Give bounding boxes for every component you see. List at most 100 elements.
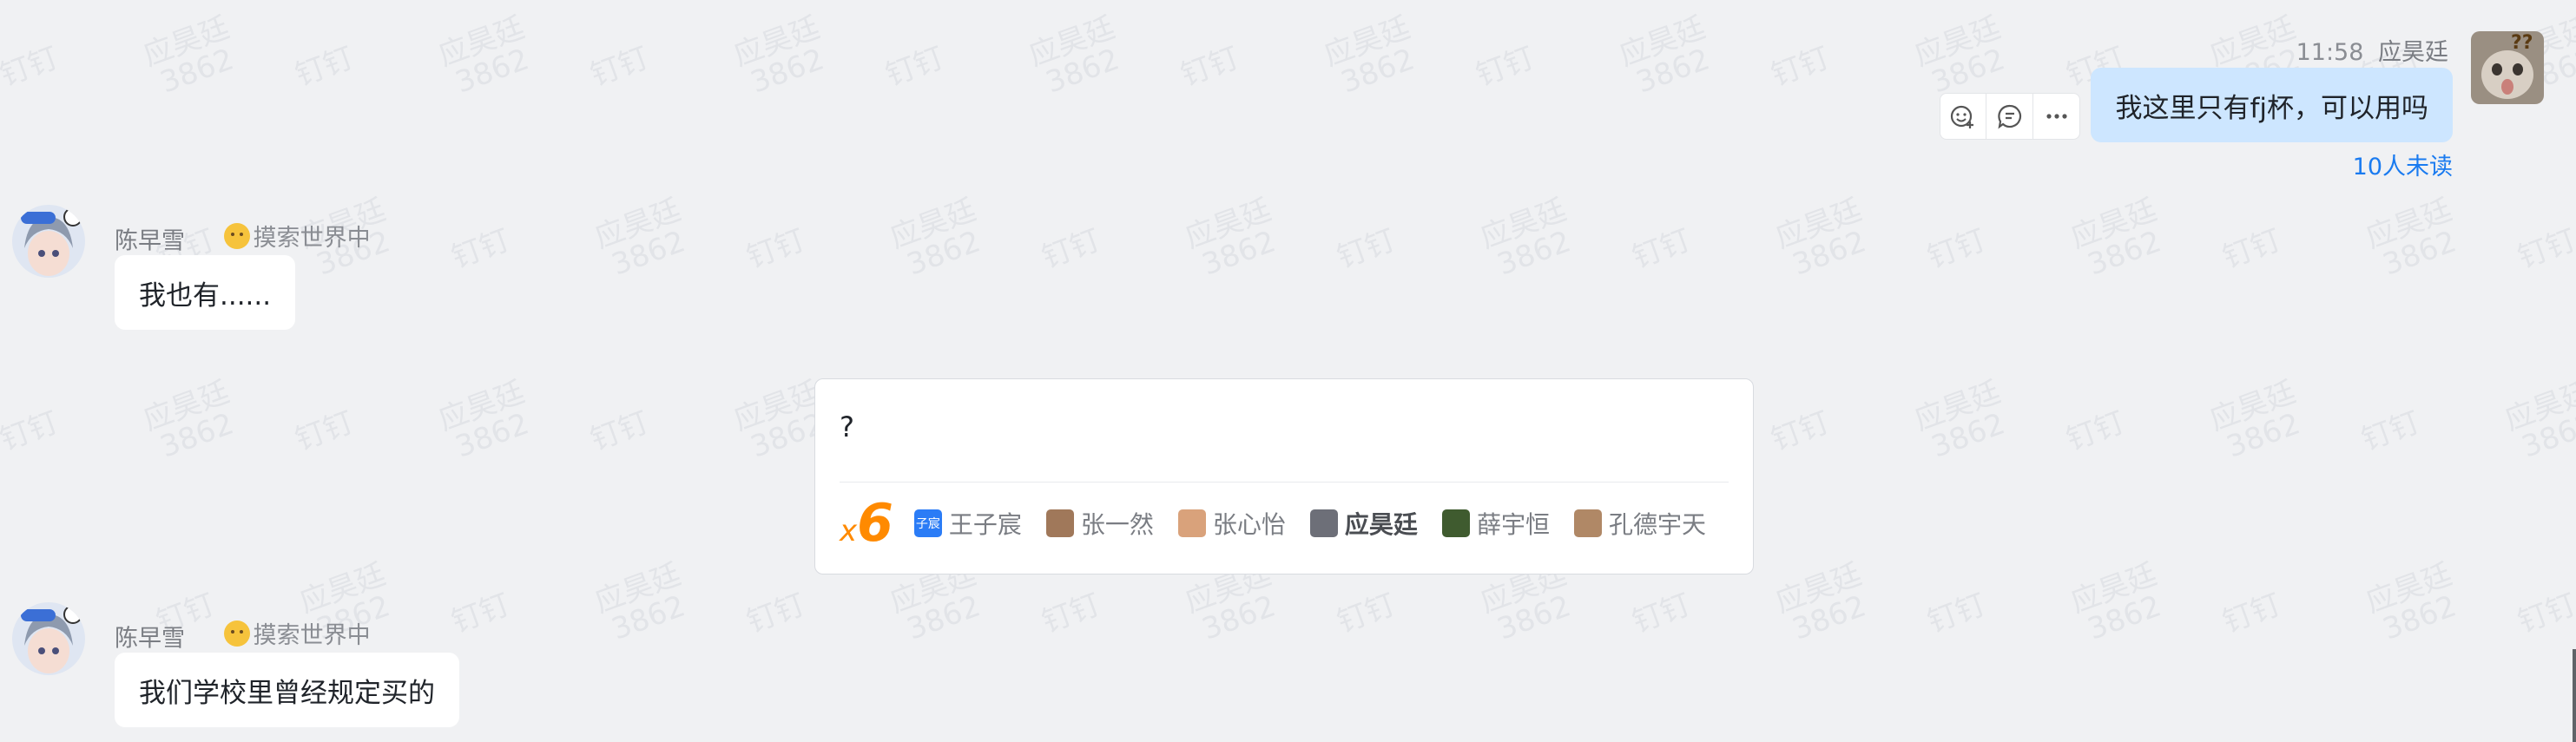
watermark-id: 应昊廷3862 [2065,556,2171,648]
watermark-brand: 钉钉 [1332,587,1400,640]
watermark-id: 应昊廷3862 [728,10,834,102]
watermark-code: 3862 [451,406,534,465]
user-status: 摸索世界中 [223,219,371,253]
watermark-name: 应昊廷 [590,556,686,621]
watermark-brand: 钉钉 [1332,222,1400,276]
recipient-name: 王子宸 [948,510,1022,539]
watermark-name: 应昊廷 [590,192,686,256]
watermark-id: 应昊廷3862 [1909,374,2015,466]
watermark-code: 3862 [155,406,239,465]
watermark-brand: 钉钉 [585,40,654,94]
watermark-brand: 钉钉 [1627,587,1696,640]
watermark-code: 3862 [155,42,239,101]
watermark-brand: 钉钉 [1922,222,1991,276]
watermark-id: 应昊廷3862 [1770,192,1876,284]
watermark-id: 应昊廷3862 [1909,10,2015,102]
watermark-name: 应昊廷 [885,192,981,256]
watermark-brand: 钉钉 [2356,404,2425,458]
add-reaction-button[interactable] [1940,93,1986,140]
peer-message-bubble[interactable]: 我也有...... [115,255,296,330]
watermark-code: 3862 [1788,588,1871,647]
watermark-brand: 钉钉 [1037,222,1105,276]
watermark-brand: 钉钉 [2061,404,2130,458]
watermark-name: 应昊廷 [433,10,530,74]
watermark-id: 应昊廷3862 [590,556,695,648]
ding-recipient[interactable]: 应昊廷 [1309,506,1418,541]
watermark-brand: 钉钉 [1766,404,1835,458]
add-reaction-icon [1950,105,1973,128]
watermark-id: 应昊廷3862 [434,375,539,466]
watermark-name: 应昊廷 [1614,10,1710,74]
read-status-link[interactable]: 10人未读 [2353,148,2453,181]
watermark-name: 应昊廷 [1770,556,1867,621]
recipient-name: 张心怡 [1212,510,1286,539]
watermark-id: 应昊廷3862 [1024,10,1130,102]
watermark-name: 应昊廷 [2204,374,2301,438]
watermark-brand: 钉钉 [741,587,810,640]
watermark-name: 应昊廷 [2361,192,2457,256]
watermark-id: 应昊廷3862 [1181,193,1286,284]
watermark-id: 应昊廷3862 [590,192,695,284]
ding-recipient[interactable]: 子宸 王子宸 [913,506,1022,541]
watermark-id: 应昊廷3862 [2066,193,2171,284]
watermark-code: 3862 [1197,224,1281,283]
watermark-brand: 钉钉 [290,404,359,458]
status-text: 摸索世界中 [253,225,371,252]
watermark-brand: 钉钉 [1471,40,1539,94]
peer-message-bubble[interactable]: 我们学校里曾经规定买的 [115,653,459,727]
watermark-code: 3862 [2222,406,2305,465]
watermark-brand: 钉钉 [741,222,810,276]
watermark-id: 应昊廷3862 [2361,192,2467,284]
reply-button[interactable] [1986,93,2033,140]
scrollbar[interactable] [2573,649,2576,742]
ding-recipient[interactable]: 张一然 [1045,506,1154,541]
watermark-id: 应昊廷3862 [433,10,539,102]
watermark-brand: 钉钉 [1922,587,1991,640]
watermark-name: 应昊廷 [1909,374,2006,438]
comment-icon [1997,104,2021,129]
recipient-list: 子宸 王子宸 张一然 张心怡 应昊廷 薛宇恒 孔德宇天 [913,506,1730,541]
watermark-name: 应昊廷 [2065,556,2162,621]
more-button[interactable] [2033,93,2080,140]
watermark-name: 应昊廷 [2361,556,2457,621]
watermark-name: 应昊廷 [1319,10,1415,74]
watermark-name: 应昊廷 [1909,10,2006,74]
ding-message-text: ? [840,410,854,443]
recipient-name: 应昊廷 [1344,510,1418,539]
sender-name[interactable]: 陈早雪 [115,228,185,255]
watermark-name: 应昊廷 [728,10,825,74]
status-emoji-icon [223,222,250,249]
recipient-avatar: 子宸 [913,509,942,537]
watermark-brand: 钉钉 [2513,222,2576,276]
ding-count-prefix: x [840,514,858,548]
ding-recipient[interactable]: 孔德宇天 [1573,506,1706,541]
ding-recipient[interactable]: 张心怡 [1177,506,1286,541]
watermark-code: 3862 [1041,42,1124,101]
recipient-name: 张一然 [1080,510,1154,539]
watermark-code: 3862 [1631,42,1715,101]
recipient-name: 孔德宇天 [1608,510,1706,539]
peer-message-meta: 陈早雪 摸索世界中 [115,616,371,653]
watermark-code: 3862 [1927,406,2010,465]
peer-message-meta: 陈早雪 摸索世界中 [115,219,371,256]
watermark-name: 应昊廷 [1770,192,1867,256]
peer-avatar[interactable] [12,602,85,675]
watermark-name: 应昊廷 [138,10,234,74]
watermark-code: 3862 [2378,588,2461,647]
watermark-code: 3862 [746,42,829,101]
watermark-name: 应昊廷 [138,374,234,438]
watermark-code: 3862 [902,588,985,647]
user-status: 摸索世界中 [223,616,371,650]
sender-name[interactable]: 陈早雪 [115,626,185,653]
watermark-brand: 钉钉 [1627,222,1696,276]
self-avatar[interactable]: ?? [2471,31,2544,104]
ding-message-card[interactable]: ? x 6 子宸 王子宸 张一然 张心怡 应昊廷 薛宇恒 孔德宇天 [814,378,1754,575]
peer-avatar[interactable] [12,205,85,278]
recipient-avatar [1573,509,1602,537]
watermark-name: 应昊廷 [294,556,391,621]
watermark-code: 3862 [2378,224,2461,283]
sender-name[interactable]: 应昊廷 [2378,39,2448,66]
self-message-bubble[interactable]: 我这里只有fj杯，可以用吗 [2091,68,2453,142]
ding-recipient[interactable]: 薛宇恒 [1441,506,1550,541]
ding-count-badge: x 6 [840,493,893,554]
